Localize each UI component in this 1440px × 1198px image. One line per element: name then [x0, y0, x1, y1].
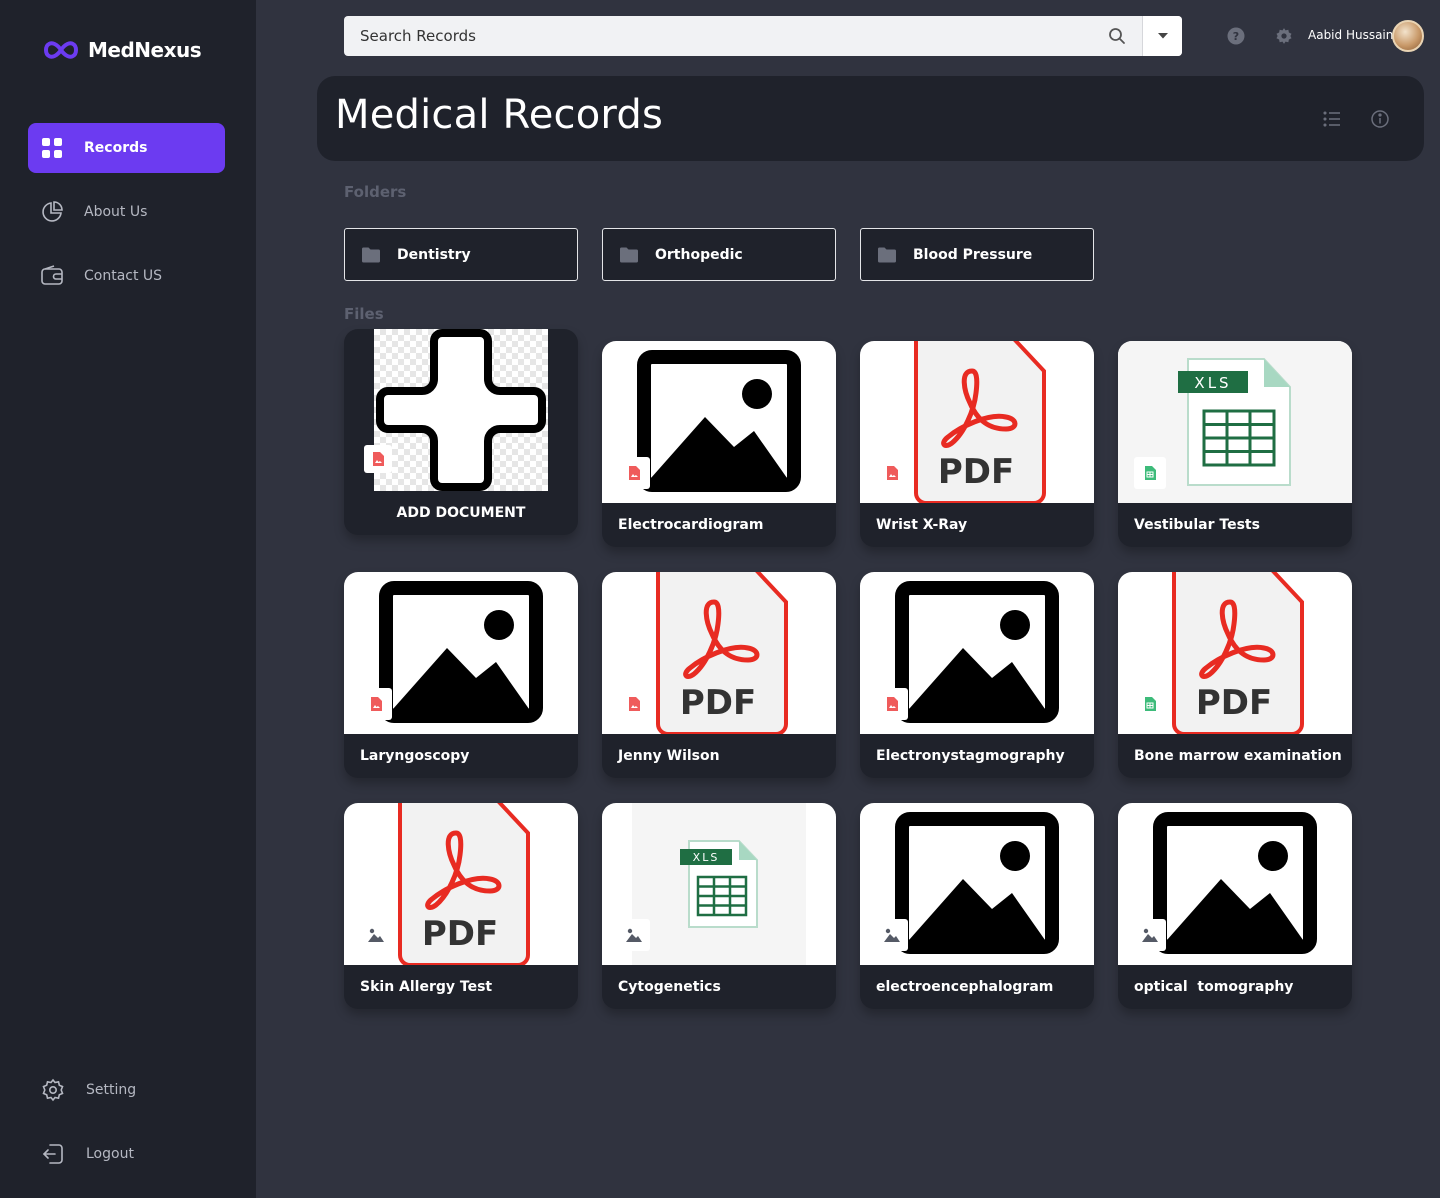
folder-orthopedic[interactable]: Orthopedic [602, 228, 836, 281]
file-name: Vestibular Tests [1134, 517, 1260, 533]
image-file-icon [618, 457, 650, 489]
file-card[interactable]: PDF Skin Allergy Test [344, 803, 578, 1009]
wallet-icon [40, 264, 64, 288]
folder-dentistry[interactable]: Dentistry [344, 228, 578, 281]
page-header: Medical Records [317, 76, 1424, 161]
file-name: Wrist X-Ray [876, 517, 968, 533]
file-card[interactable]: Laryngoscopy [344, 572, 578, 778]
folder-label: Blood Pressure [913, 246, 1033, 263]
sidebar-item-setting[interactable]: Setting [40, 1077, 136, 1103]
file-card[interactable]: XLS Vestibular Tests [1118, 341, 1352, 547]
search-dropdown-button[interactable] [1142, 16, 1182, 56]
sidebar-item-label: Setting [86, 1082, 137, 1098]
plus-icon [376, 329, 546, 491]
image-icon [876, 919, 908, 951]
svg-text:PDF: PDF [422, 914, 498, 954]
file-card[interactable]: XLS Cytogenetics [602, 803, 836, 1009]
file-card[interactable]: Electronystagmography [860, 572, 1094, 778]
image-file-icon [618, 688, 650, 720]
image-file-icon [876, 457, 908, 489]
image-file-icon [360, 688, 392, 720]
search-icon[interactable] [1092, 16, 1142, 56]
sidebar-item-logout[interactable]: Logout [40, 1141, 134, 1167]
avatar[interactable] [1392, 20, 1424, 52]
sidebar: MedNexus Records About Us Contact US Set… [0, 0, 256, 1198]
logout-icon [40, 1141, 66, 1167]
svg-text:?: ? [1233, 30, 1239, 43]
folder-blood-pressure[interactable]: Blood Pressure [860, 228, 1094, 281]
file-name: optical tomography [1134, 979, 1294, 995]
file-name: Electrocardiogram [618, 517, 764, 533]
user-name[interactable]: Aabid Hussain [1308, 28, 1393, 42]
file-name: Electronystagmography [876, 748, 1065, 764]
app-name: MedNexus [88, 38, 202, 62]
file-card[interactable]: optical tomography [1118, 803, 1352, 1009]
folder-icon [361, 247, 381, 263]
image-file-icon [364, 445, 392, 473]
folder-label: Dentistry [397, 246, 471, 263]
svg-text:PDF: PDF [1196, 683, 1272, 723]
add-document-label: ADD DOCUMENT [396, 505, 526, 521]
sheet-file-icon [1134, 457, 1166, 489]
sidebar-item-contact-us[interactable]: Contact US [28, 251, 225, 301]
gear-icon [40, 1077, 66, 1103]
sidebar-item-label: Records [84, 140, 148, 156]
sidebar-item-label: About Us [84, 204, 148, 220]
folder-icon [619, 247, 639, 263]
image-icon [1134, 919, 1166, 951]
file-name: Cytogenetics [618, 979, 721, 995]
file-card[interactable]: PDF Jenny Wilson [602, 572, 836, 778]
svg-text:XLS: XLS [1194, 374, 1231, 392]
file-card[interactable]: PDF Wrist X-Ray [860, 341, 1094, 547]
sidebar-item-label: Contact US [84, 268, 163, 284]
sidebar-item-about-us[interactable]: About Us [28, 187, 225, 237]
svg-text:XLS: XLS [693, 851, 720, 864]
file-name: Laryngoscopy [360, 748, 470, 764]
caret-down-icon [1157, 33, 1168, 39]
sidebar-item-label: Logout [86, 1146, 134, 1162]
file-name: Bone marrow examination [1134, 748, 1342, 764]
image-icon [618, 919, 650, 951]
list-view-icon[interactable] [1321, 108, 1343, 130]
svg-text:PDF: PDF [680, 683, 756, 723]
settings-icon[interactable] [1274, 26, 1294, 46]
files-heading: Files [344, 305, 384, 323]
file-name: electroencephalogram [876, 979, 1054, 995]
folder-icon [877, 247, 897, 263]
add-document-card[interactable]: ADD DOCUMENT [344, 329, 578, 535]
info-icon[interactable] [1369, 108, 1391, 130]
grid-icon [40, 136, 64, 160]
help-icon[interactable]: ? [1226, 26, 1246, 46]
logo[interactable]: MedNexus [42, 38, 202, 62]
file-card[interactable]: electroencephalogram [860, 803, 1094, 1009]
image-icon [360, 919, 392, 951]
svg-text:PDF: PDF [938, 452, 1014, 492]
page-title: Medical Records [335, 92, 663, 138]
sheet-file-icon [1134, 688, 1166, 720]
file-card[interactable]: PDF Bone marrow examination [1118, 572, 1352, 778]
file-name: Skin Allergy Test [360, 979, 493, 995]
search-input[interactable] [344, 16, 1092, 56]
folders-heading: Folders [344, 183, 407, 201]
pie-chart-icon [40, 200, 64, 224]
file-card[interactable]: Electrocardiogram [602, 341, 836, 547]
search-bar [344, 16, 1182, 56]
image-file-icon [876, 688, 908, 720]
infinity-logo-icon [44, 41, 78, 59]
folder-label: Orthopedic [655, 246, 743, 263]
sidebar-item-records[interactable]: Records [28, 123, 225, 173]
file-name: Jenny Wilson [618, 748, 720, 764]
